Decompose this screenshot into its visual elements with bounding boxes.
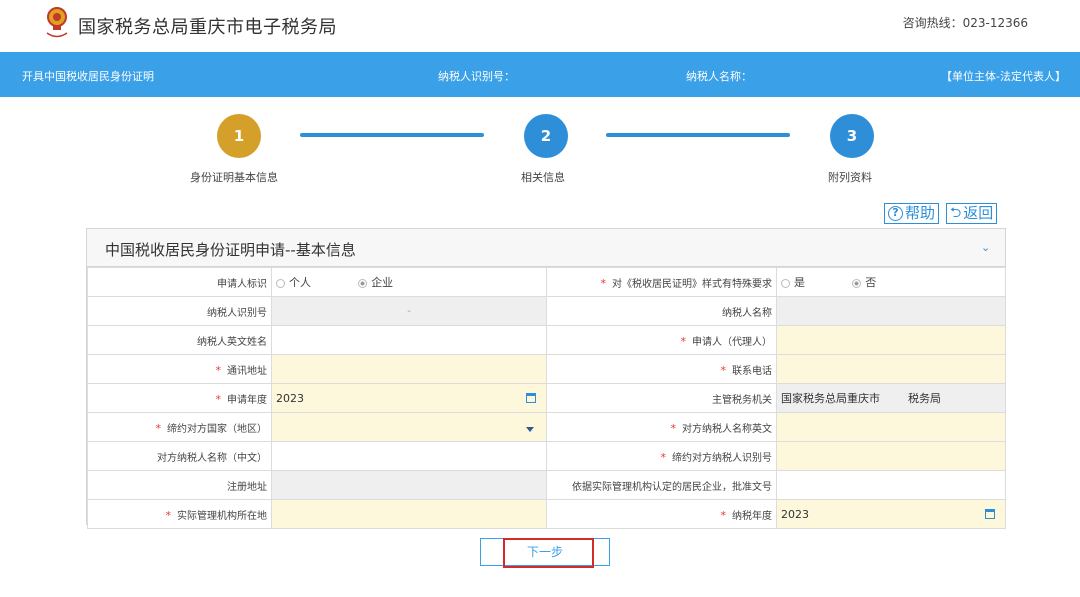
applicant-type-radio-group: 个人 企业 <box>271 267 547 297</box>
special-req-radio-group: 是 否 <box>776 267 1006 297</box>
back-label: 返回 <box>963 204 994 222</box>
nav-page-name: 开具中国税收居民身份证明 <box>22 70 154 83</box>
radio-circle[interactable] <box>852 278 862 288</box>
step-2-label: 相关信息 <box>521 171 565 184</box>
radio-enterprise[interactable]: 企业 <box>358 276 393 289</box>
management-location-input[interactable] <box>271 499 547 529</box>
nav-role: 【单位主体-法定代表人】 <box>941 70 1066 83</box>
applicant-agent-label: * 申请人（代理人） <box>546 325 777 355</box>
site-title: 国家税务总局重庆市电子税务局 <box>78 17 337 38</box>
table-row: 纳税人识别号 - 纳税人名称 <box>87 296 1006 326</box>
taxpayer-name-field <box>776 296 1006 326</box>
table-row: 申请人标识 个人 企业 * 对《税收居民证明》样式有特殊要求 是 否 <box>87 267 1006 297</box>
apply-year-input[interactable]: 2023 <box>271 383 547 413</box>
hotline-text: 咨询热线：023-12366 <box>902 16 1028 30</box>
table-row: 纳税人英文姓名 * 申请人（代理人） <box>87 325 1006 355</box>
step-connector-2 <box>606 133 790 137</box>
special-req-label: * 对《税收居民证明》样式有特殊要求 <box>546 267 777 297</box>
top-header: 国家税务总局重庆市电子税务局 咨询热线：023-12366 <box>0 0 1080 52</box>
calendar-icon[interactable] <box>526 392 536 403</box>
step-progress: 1 2 3 身份证明基本信息 相关信息 附列资料 <box>0 97 1080 197</box>
tax-authority-field: 国家税务总局重庆市 税务局 <box>776 383 1006 413</box>
counterparty-name-en-input[interactable] <box>776 412 1006 442</box>
registered-address-field <box>271 470 547 500</box>
panel-title: 中国税收居民身份证明申请--基本信息 <box>105 241 356 259</box>
basic-info-panel: 中国税收居民身份证明申请--基本信息 ⌄ 申请人标识 个人 企业 * 对《税收居民… <box>86 228 1006 529</box>
registered-address-label: 注册地址 <box>87 470 272 500</box>
radio-yes[interactable]: 是 <box>781 276 805 289</box>
chevron-down-icon[interactable]: ⌄ <box>981 241 991 254</box>
nav-taxpayer-id-label: 纳税人识别号： <box>438 70 515 83</box>
step-1-circle: 1 <box>217 114 261 158</box>
treaty-country-label: * 缔约对方国家（地区） <box>87 412 272 442</box>
counterparty-name-cn-input[interactable] <box>271 441 547 471</box>
address-label: * 通讯地址 <box>87 354 272 384</box>
phone-label: * 联系电话 <box>546 354 777 384</box>
counterparty-name-en-label: * 对方纳税人名称英文 <box>546 412 777 442</box>
management-location-label: * 实际管理机构所在地 <box>87 499 272 529</box>
question-icon: ? <box>888 206 903 221</box>
table-row: * 实际管理机构所在地 * 纳税年度 2023 <box>87 499 1006 529</box>
english-name-input[interactable] <box>271 325 547 355</box>
table-row: * 通讯地址 * 联系电话 <box>87 354 1006 384</box>
english-name-label: 纳税人英文姓名 <box>87 325 272 355</box>
treaty-country-select[interactable] <box>271 412 547 442</box>
table-row: * 申请年度 2023 主管税务机关 国家税务总局重庆市 税务局 <box>87 383 1006 413</box>
tax-year-label: * 纳税年度 <box>546 499 777 529</box>
apply-year-label: * 申请年度 <box>87 383 272 413</box>
applicant-type-label: 申请人标识 <box>87 267 272 297</box>
table-row: 对方纳税人名称（中文） * 缔约对方纳税人识别号 <box>87 441 1006 471</box>
treaty-taxpayer-id-input[interactable] <box>776 441 1006 471</box>
tax-emblem-logo <box>46 7 68 38</box>
taxpayer-id-field: - <box>271 296 547 326</box>
highlight-annotation-box <box>503 538 594 568</box>
tax-authority-label: 主管税务机关 <box>546 383 777 413</box>
resident-enterprise-doc-label: 依据实际管理机构认定的居民企业，批准文号 <box>546 470 777 500</box>
calendar-icon[interactable] <box>985 508 995 519</box>
back-button[interactable]: ⮌ 返回 <box>946 203 998 224</box>
counterparty-name-cn-label: 对方纳税人名称（中文） <box>87 441 272 471</box>
step-3-label: 附列资料 <box>828 171 872 184</box>
panel-header[interactable]: 中国税收居民身份证明申请--基本信息 ⌄ <box>87 229 1005 267</box>
table-row: 注册地址 依据实际管理机构认定的居民企业，批准文号 <box>87 470 1006 500</box>
step-2-circle: 2 <box>524 114 568 158</box>
treaty-taxpayer-id-label: * 缔约对方纳税人识别号 <box>546 441 777 471</box>
return-arrow-icon: ⮌ <box>950 205 962 221</box>
radio-circle[interactable] <box>276 278 285 288</box>
taxpayer-id-label: 纳税人识别号 <box>87 296 272 326</box>
step-1-label: 身份证明基本信息 <box>190 171 278 184</box>
taxpayer-name-label: 纳税人名称 <box>546 296 777 326</box>
step-3-circle: 3 <box>830 114 874 158</box>
help-button[interactable]: ? 帮助 <box>884 203 940 224</box>
help-label: 帮助 <box>905 204 936 222</box>
nav-taxpayer-name-label: 纳税人名称： <box>686 70 752 83</box>
step-connector-1 <box>300 133 484 137</box>
address-input[interactable] <box>271 354 547 384</box>
applicant-agent-input[interactable] <box>776 325 1006 355</box>
nav-bar: 开具中国税收居民身份证明 纳税人识别号： 纳税人名称： 【单位主体-法定代表人】 <box>0 52 1080 97</box>
radio-individual[interactable]: 个人 <box>276 276 311 289</box>
dropdown-arrow-icon[interactable] <box>526 426 534 432</box>
radio-circle[interactable] <box>781 278 790 288</box>
radio-no[interactable]: 否 <box>852 276 876 289</box>
radio-circle[interactable] <box>358 278 368 288</box>
phone-input[interactable] <box>776 354 1006 384</box>
tax-year-input[interactable]: 2023 <box>776 499 1006 529</box>
table-row: * 缔约对方国家（地区） * 对方纳税人名称英文 <box>87 412 1006 442</box>
basic-info-form: 申请人标识 个人 企业 * 对《税收居民证明》样式有特殊要求 是 否 纳税人识别号… <box>87 267 1006 529</box>
resident-enterprise-doc-input[interactable] <box>776 470 1006 500</box>
